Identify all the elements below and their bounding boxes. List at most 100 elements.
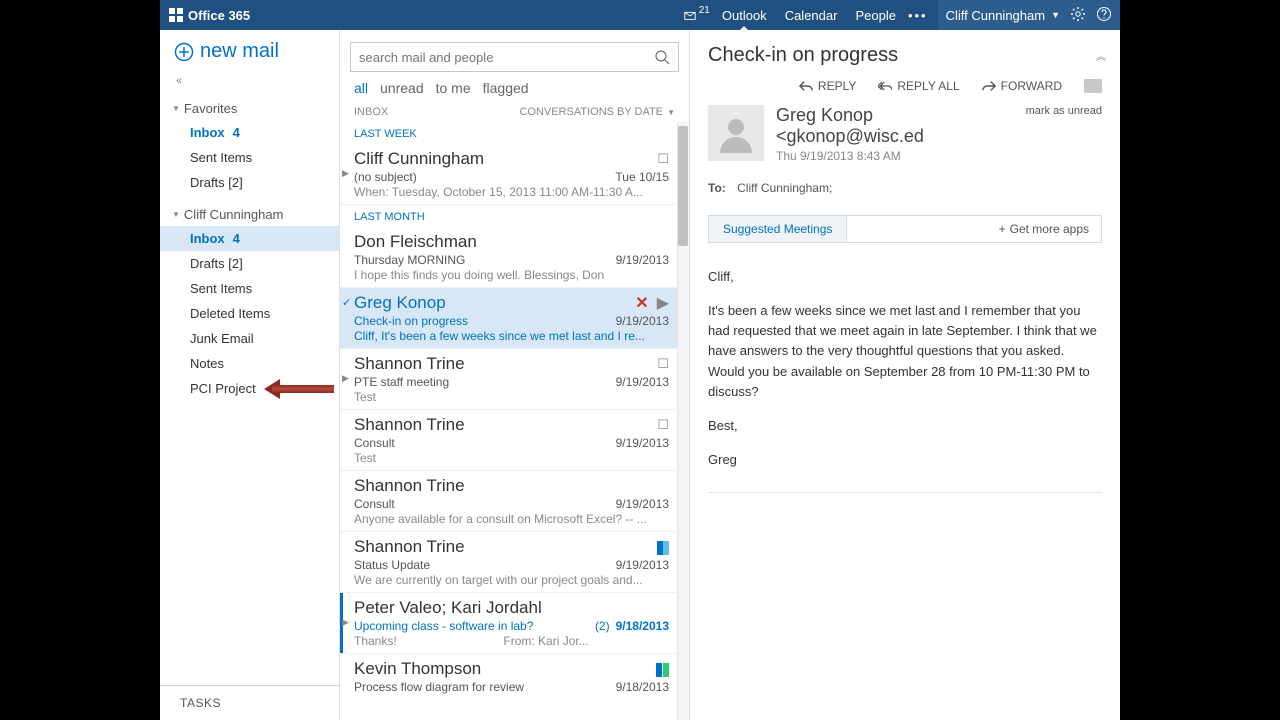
new-mail-button[interactable]: new mail [160,30,339,69]
user-menu[interactable]: Cliff Cunningham ▼ [946,8,1060,23]
favorites-header[interactable]: ▼ Favorites [160,97,339,120]
tasks-bar[interactable]: TASKS [160,685,339,720]
search-input[interactable] [359,50,654,65]
account-header[interactable]: ▼ Cliff Cunningham [160,203,339,226]
app-frame: Office 365 21 Outlook Calendar People ••… [160,0,1120,720]
caret-down-icon: ▼ [172,104,180,113]
annotation-arrow [254,382,334,396]
filter-flagged[interactable]: flagged [483,80,529,96]
expand-caret-icon[interactable]: ▶ [342,373,349,384]
message-item-selected[interactable]: ✓ ✕ ▶ Greg Konop Check-in on progress9/1… [340,288,689,349]
caret-down-icon: ▼ [1051,10,1060,20]
mark-as-unread-link[interactable]: mark as unread [1026,105,1102,117]
message-item-unread[interactable]: ▶ Peter Valeo; Kari Jordahl Upcoming cla… [340,593,689,654]
user-area: Cliff Cunningham ▼ [938,0,1120,30]
inbox-count: 4 [233,125,240,140]
calendar-icon: ☐ [657,356,669,372]
group-last-week: LAST WEEK [340,122,689,144]
office-365-logo[interactable]: Office 365 [168,7,250,23]
forward-icon [982,80,996,92]
office-icon [168,7,184,23]
nav-more[interactable]: ••• [908,8,928,23]
recipients-row: To: Cliff Cunningham; [708,181,1102,195]
top-bar: Office 365 21 Outlook Calendar People ••… [160,0,1120,30]
message-list-pane: all unread to me flagged INBOX CONVERSAT… [340,30,690,720]
expand-caret-icon[interactable]: ▶ [342,168,349,179]
gear-icon [1070,6,1086,22]
filter-row: all unread to me flagged [340,78,689,102]
favorites-label: Favorites [184,101,237,116]
delete-icon[interactable]: ✕ [635,293,648,313]
get-more-apps-button[interactable]: +Get more apps [987,216,1101,242]
message-item[interactable]: Shannon Trine Status Update9/19/2013 We … [340,532,689,593]
folder-inbox[interactable]: Inbox 4 [160,226,339,251]
settings-button[interactable] [1070,6,1086,25]
notification-badge[interactable]: 21 [683,8,710,22]
reply-button[interactable]: REPLY [799,79,856,93]
folder-sent-fav[interactable]: Sent Items [160,145,339,170]
filter-unread[interactable]: unread [380,80,424,96]
flag-icon[interactable]: ▶ [657,293,669,313]
top-nav: Outlook Calendar People [720,0,898,30]
message-item[interactable]: Shannon Trine Consult9/19/2013 Anyone av… [340,471,689,532]
message-item[interactable]: ▶ Cliff Cunningham☐ (no subject)Tue 10/1… [340,144,689,205]
sender-name: Greg Konop <gkonop@wisc.ed [776,105,1014,147]
folder-sent[interactable]: Sent Items [160,276,339,301]
expand-caret-icon[interactable]: ▶ [342,617,349,628]
nav-outlook[interactable]: Outlook [720,0,769,30]
plus-circle-icon [174,42,194,62]
reply-all-button[interactable]: REPLY ALL [878,79,959,93]
folder-drafts-fav[interactable]: Drafts [2] [160,170,339,195]
scrollbar-track[interactable] [677,122,689,720]
collapse-reading-icon[interactable]: ︽ [1096,48,1102,63]
folder-notes[interactable]: Notes [160,351,339,376]
brand-label: Office 365 [188,8,250,23]
search-icon[interactable] [654,49,670,65]
search-box[interactable] [350,42,679,72]
scrollbar-thumb[interactable] [678,126,688,246]
apps-bar: Suggested Meetings +Get more apps [708,215,1102,243]
check-icon: ✓ [342,296,351,309]
help-button[interactable] [1096,6,1112,25]
nav-calendar[interactable]: Calendar [783,0,840,30]
message-body: Cliff, It's been a few weeks since we me… [708,267,1102,484]
mail-stack-icon [683,8,697,22]
plus-icon: + [999,222,1006,236]
sort-menu[interactable]: CONVERSATIONS BY DATE ▼ [519,106,675,118]
reply-icon [799,80,813,92]
list-header: INBOX CONVERSATIONS BY DATE ▼ [340,102,689,122]
account-label: Cliff Cunningham [184,207,283,222]
filter-all[interactable]: all [354,80,368,96]
message-item[interactable]: Don Fleischman Thursday MORNING9/19/2013… [340,227,689,288]
message-item[interactable]: Shannon Trine☐ Consult9/19/2013 Test [340,410,689,471]
reply-all-icon [878,80,892,92]
nav-people[interactable]: People [853,0,897,30]
notification-count: 21 [699,5,710,16]
calendar-icon: ☐ [657,151,669,167]
group-last-month: LAST MONTH [340,205,689,227]
message-subject: Check-in on progress [708,44,898,67]
thread-count: (2) [595,619,610,633]
sent-date: Thu 9/19/2013 8:43 AM [776,149,1014,163]
folder-junk[interactable]: Junk Email [160,326,339,351]
person-icon [716,113,756,153]
message-list: LAST WEEK ▶ Cliff Cunningham☐ (no subjec… [340,122,689,720]
folder-drafts[interactable]: Drafts [2] [160,251,339,276]
new-mail-label: new mail [200,40,279,63]
folder-deleted[interactable]: Deleted Items [160,301,339,326]
divider [708,492,1102,493]
caret-down-icon: ▼ [667,108,675,117]
more-actions-button[interactable] [1084,79,1102,93]
category-icon [656,661,669,677]
to-value: Cliff Cunningham; [737,181,832,195]
folder-inbox-fav[interactable]: Inbox 4 [160,120,339,145]
folder-pci-project[interactable]: PCI Project [160,376,339,401]
filter-tome[interactable]: to me [436,80,471,96]
forward-button[interactable]: FORWARD [982,79,1062,93]
help-icon [1096,6,1112,22]
message-actions: REPLY REPLY ALL FORWARD [708,67,1102,101]
message-item[interactable]: ▶ Shannon Trine☐ PTE staff meeting9/19/2… [340,349,689,410]
collapse-sidebar-button[interactable]: « [160,69,339,93]
message-item[interactable]: Kevin Thompson Process flow diagram for … [340,654,689,699]
suggested-meetings-tab[interactable]: Suggested Meetings [709,216,847,242]
